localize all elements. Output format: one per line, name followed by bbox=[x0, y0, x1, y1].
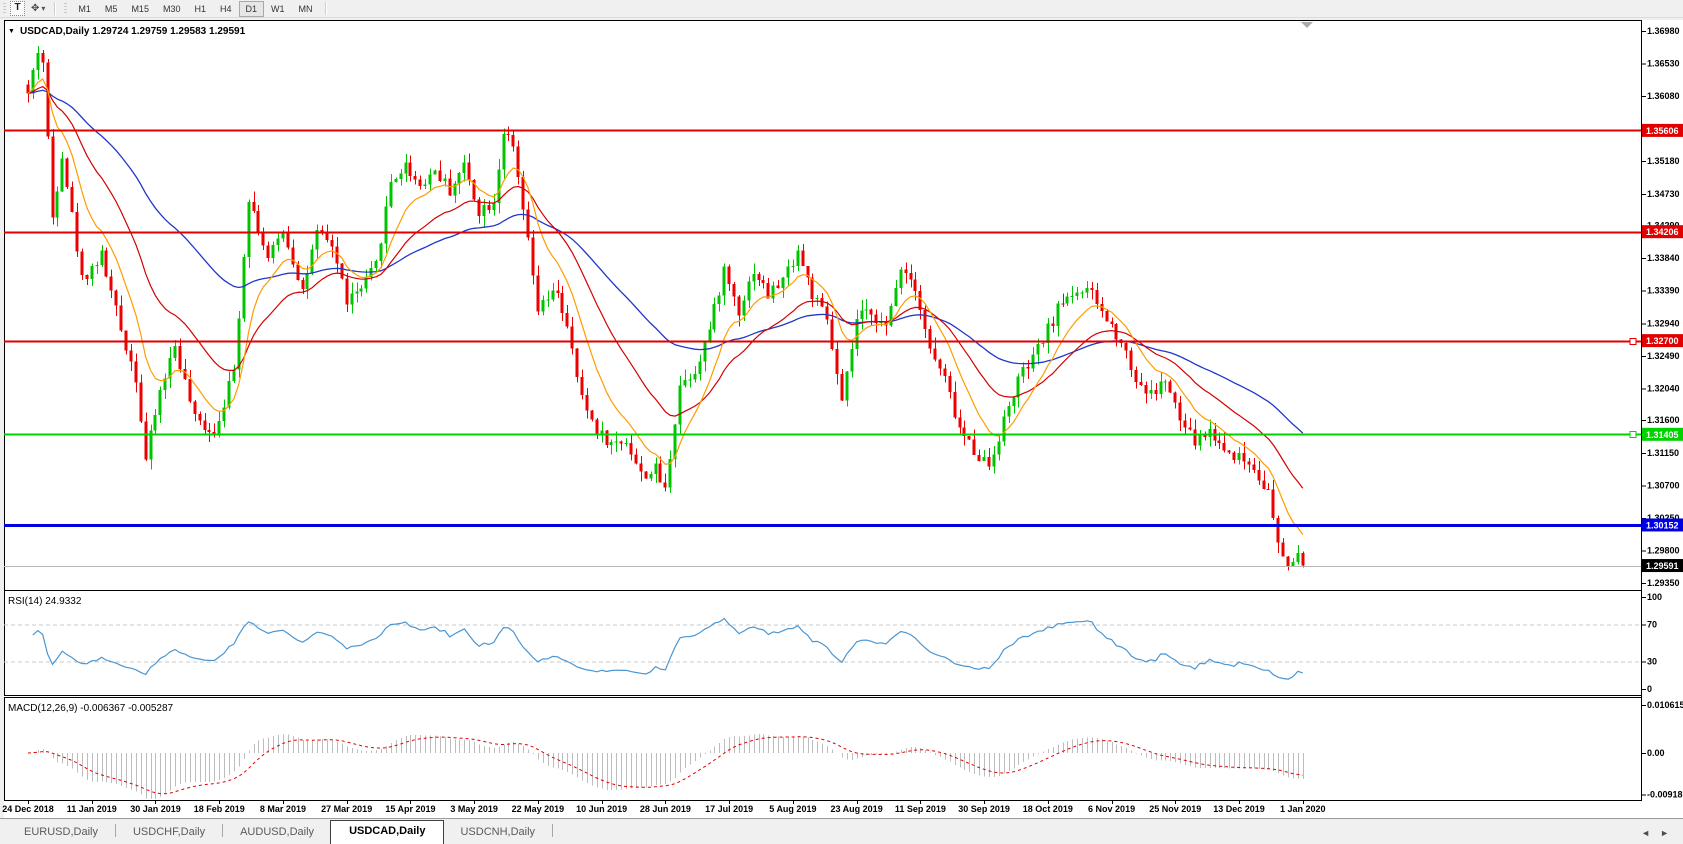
tab-divider bbox=[115, 824, 116, 837]
price-axis-tick: 1.29800 bbox=[1647, 545, 1680, 555]
timeframe-mn-button[interactable]: MN bbox=[292, 1, 320, 17]
date-axis-label: 30 Sep 2019 bbox=[958, 804, 1010, 814]
hline-handle[interactable] bbox=[1630, 339, 1636, 345]
timeframe-m30-button[interactable]: M30 bbox=[156, 1, 188, 17]
svg-text:1.34206: 1.34206 bbox=[1646, 227, 1679, 237]
tab-usdcad-daily[interactable]: USDCAD,Daily bbox=[330, 820, 444, 844]
rsi-label: RSI(14) 24.9332 bbox=[8, 596, 82, 607]
date-axis-label: 28 Jun 2019 bbox=[640, 804, 691, 814]
scroll-left-icon[interactable]: ◄ bbox=[1641, 828, 1650, 838]
text-tool-button[interactable]: T bbox=[10, 1, 25, 16]
price-axis-tick: 1.35180 bbox=[1647, 156, 1680, 166]
date-axis-label: 18 Oct 2019 bbox=[1023, 804, 1073, 814]
tab-eurusd-daily[interactable]: EURUSD,Daily bbox=[8, 822, 114, 844]
toolbar-separator bbox=[54, 2, 56, 15]
chart-collapse-arrow: ▼ bbox=[8, 28, 15, 35]
timeframe-d1-button[interactable]: D1 bbox=[239, 1, 265, 17]
timeframe-h1-button[interactable]: H1 bbox=[187, 1, 213, 17]
date-axis-label: 6 Nov 2019 bbox=[1088, 804, 1135, 814]
price-axis-tick: 1.36980 bbox=[1647, 26, 1680, 36]
scroll-right-icon[interactable]: ► bbox=[1660, 828, 1669, 838]
toolbar-grip[interactable] bbox=[3, 3, 6, 15]
symbol-tab-bar: EURUSD,Daily USDCHF,Daily AUDUSD,Daily U… bbox=[0, 818, 1683, 844]
date-axis-label: 11 Sep 2019 bbox=[895, 804, 946, 814]
timeframe-m5-button[interactable]: M5 bbox=[98, 1, 125, 17]
tab-divider bbox=[552, 824, 553, 837]
tab-usdchf-daily[interactable]: USDCHF,Daily bbox=[117, 822, 221, 844]
date-axis-label: 25 Nov 2019 bbox=[1149, 804, 1201, 814]
price-axis-tick: 1.31150 bbox=[1647, 448, 1679, 458]
mt4-chart-window: { "toolbar": { "text_tool": "T", "cursor… bbox=[0, 0, 1683, 844]
date-axis-label: 27 Mar 2019 bbox=[321, 804, 372, 814]
cursor-tool-button[interactable]: ✥ ▾ bbox=[31, 3, 45, 14]
date-axis-label: 8 Mar 2019 bbox=[260, 804, 306, 814]
price-axis-tick: 1.33390 bbox=[1647, 286, 1680, 296]
macd-axis-tick: -0.009181 bbox=[1647, 790, 1683, 800]
tab-audusd-daily[interactable]: AUDUSD,Daily bbox=[224, 822, 330, 844]
date-axis-label: 13 Dec 2019 bbox=[1213, 804, 1265, 814]
date-axis-label: 10 Jun 2019 bbox=[576, 804, 627, 814]
rsi-axis-tick: 100 bbox=[1647, 592, 1662, 602]
svg-text:1.35606: 1.35606 bbox=[1646, 126, 1679, 136]
price-axis-tick: 1.29350 bbox=[1647, 578, 1680, 588]
toolbar-separator bbox=[325, 2, 327, 15]
macd-axis-tick: 0.010615 bbox=[1647, 700, 1683, 710]
price-axis-tick: 1.32490 bbox=[1647, 351, 1680, 361]
price-axis-tick: 1.36080 bbox=[1647, 91, 1680, 101]
date-axis-label: 15 Apr 2019 bbox=[385, 804, 435, 814]
tab-scroll-controls: ◄ ► bbox=[1641, 828, 1669, 844]
top-toolbar: T ✥ ▾ M1 M5 M15 M30 H1 H4 D1 W1 MN bbox=[0, 0, 1683, 18]
timeframe-w1-button[interactable]: W1 bbox=[264, 1, 292, 17]
timeframe-h4-button[interactable]: H4 bbox=[213, 1, 239, 17]
price-axis-tick: 1.36530 bbox=[1647, 59, 1680, 69]
date-axis-label: 18 Feb 2019 bbox=[194, 804, 245, 814]
date-axis-label: 24 Dec 2018 bbox=[2, 804, 54, 814]
cursor-move-icon: ✥ bbox=[31, 3, 39, 14]
tab-usdcnh-daily[interactable]: USDCNH,Daily bbox=[444, 822, 551, 844]
date-axis-label: 17 Jul 2019 bbox=[705, 804, 753, 814]
macd-axis-tick: 0.00 bbox=[1647, 748, 1665, 758]
price-axis-tick: 1.32040 bbox=[1647, 383, 1680, 393]
tab-divider bbox=[222, 824, 223, 837]
svg-text:1.32700: 1.32700 bbox=[1646, 336, 1679, 346]
date-axis-label: 23 Aug 2019 bbox=[831, 804, 883, 814]
price-chart-canvas[interactable]: 1.36980 1.36530 1.36080 1.35180 1.34730 1.342… bbox=[0, 18, 1683, 818]
svg-text:1.31405: 1.31405 bbox=[1646, 430, 1679, 440]
rsi-axis-tick: 30 bbox=[1647, 656, 1657, 666]
toolbar-grip[interactable] bbox=[64, 3, 67, 15]
macd-label: MACD(12,26,9) -0.006367 -0.005287 bbox=[8, 703, 174, 714]
svg-text:1.30152: 1.30152 bbox=[1646, 520, 1679, 530]
price-axis-tick: 1.31600 bbox=[1647, 415, 1680, 425]
price-axis-tick: 1.33840 bbox=[1647, 253, 1680, 263]
price-axis-tick: 1.32940 bbox=[1647, 318, 1680, 328]
price-axis-tick: 1.30700 bbox=[1647, 480, 1680, 490]
timeframe-m15-button[interactable]: M15 bbox=[124, 1, 156, 17]
chart-title: USDCAD,Daily 1.29724 1.29759 1.29583 1.2… bbox=[20, 26, 246, 37]
date-axis-label: 30 Jan 2019 bbox=[130, 804, 181, 814]
rsi-axis-tick: 70 bbox=[1647, 620, 1657, 630]
rsi-axis-tick: 0 bbox=[1647, 684, 1652, 694]
chevron-down-icon[interactable]: ▾ bbox=[41, 4, 45, 13]
date-axis-label: 5 Aug 2019 bbox=[769, 804, 816, 814]
hline-handle[interactable] bbox=[1630, 432, 1636, 438]
timeframe-m1-button[interactable]: M1 bbox=[71, 1, 98, 17]
date-axis-label: 1 Jan 2020 bbox=[1280, 804, 1326, 814]
date-axis-label: 3 May 2019 bbox=[450, 804, 498, 814]
date-axis-label: 11 Jan 2019 bbox=[67, 804, 117, 814]
price-axis-tick: 1.34730 bbox=[1647, 189, 1680, 199]
svg-text:1.29591: 1.29591 bbox=[1646, 561, 1679, 571]
date-axis-label: 22 May 2019 bbox=[512, 804, 565, 814]
